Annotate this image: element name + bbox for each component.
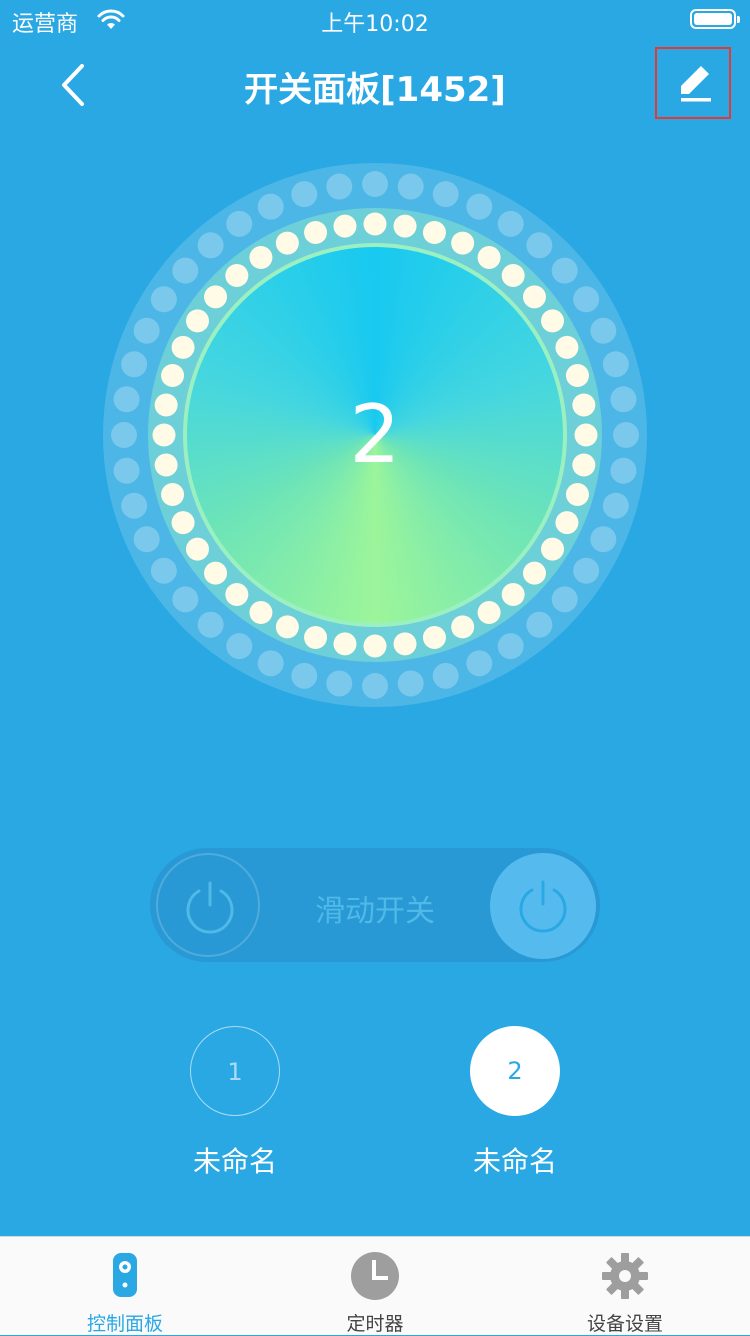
inner-dot [154,453,178,477]
outer-dot [362,171,388,197]
outer-dot [432,181,459,208]
battery-icon [690,9,740,29]
outer-dot [257,193,284,220]
outer-dot [226,210,253,237]
outer-dot [397,173,424,200]
outer-dot [133,526,160,553]
outer-dot [291,181,318,208]
channel-number: 2 [470,1026,560,1116]
outer-dot [497,210,524,237]
outer-dot [226,633,253,660]
outer-dot [121,351,148,378]
outer-dot [602,492,629,519]
status-bar: 运营商 上午10:02 [0,0,750,40]
tab-device-settings[interactable]: 设备设置 [500,1237,750,1335]
inner-dot [572,453,596,477]
clock-icon [351,1252,399,1300]
outer-dot [257,650,284,677]
inner-dot [363,634,387,658]
tab-bar: 控制面板 定时器 设备设置 [0,1236,750,1335]
inner-dot [422,625,446,649]
clock-label: 上午10:02 [321,12,429,37]
inner-dot [393,214,417,238]
channel-number: 1 [190,1026,280,1116]
outer-dot [133,317,160,344]
outer-dot [397,670,424,697]
outer-dot [573,557,600,584]
status-dial: 2 [103,163,647,707]
remote-control-icon [113,1253,137,1297]
outer-dot [573,286,600,313]
outer-dot [291,662,318,689]
inner-dot [363,212,387,236]
inner-dot [304,221,328,245]
inner-dot [154,393,178,417]
tab-label: 控制面板 [86,1313,163,1335]
inner-dot [333,214,357,238]
tab-control-panel[interactable]: 控制面板 [0,1237,250,1335]
inner-dot [572,393,596,417]
outer-dot [326,173,353,200]
outer-dot [111,422,137,448]
inner-dot [565,364,589,388]
channel-label: 未命名 [472,1145,557,1178]
power-icon [519,880,567,933]
tab-label: 设备设置 [586,1313,663,1335]
edit-button[interactable] [655,47,731,119]
outer-dot [610,386,637,413]
inner-dot [161,364,185,388]
outer-dot [610,457,637,484]
slide-switch[interactable]: 滑动开关 [150,848,600,962]
outer-dot [613,422,639,448]
inner-dot [152,423,176,447]
inner-dot [574,423,598,447]
outer-dot [466,650,493,677]
channel-button-1[interactable]: 1 未命名 [175,1026,295,1180]
outer-dot [497,633,524,660]
outer-dot [602,351,629,378]
channel-label: 未命名 [192,1145,277,1178]
outer-dot [432,662,459,689]
inner-dot [333,632,357,656]
tab-label: 定时器 [346,1313,404,1335]
outer-dot [150,286,177,313]
slider-knob[interactable] [490,853,596,959]
outer-dot [362,673,388,699]
outer-dot [150,557,177,584]
outer-dot [466,193,493,220]
inner-dot [161,482,185,506]
inner-dot [565,482,589,506]
channel-button-2[interactable]: 2 未命名 [455,1026,575,1180]
nav-bar: 开关面板[1452] [0,40,750,130]
pencil-icon [681,66,711,102]
inner-dot [393,632,417,656]
outer-dot [113,386,140,413]
inner-dot [304,625,328,649]
dial-channel-number: 2 [349,388,401,481]
outer-dot [326,670,353,697]
outer-dot [590,317,617,344]
inner-dot [422,221,446,245]
outer-dot [590,526,617,553]
tab-timer[interactable]: 定时器 [250,1237,500,1335]
page-title: 开关面板[1452] [244,70,506,110]
outer-dot [121,492,148,519]
outer-dot [113,457,140,484]
gear-icon [602,1253,648,1299]
